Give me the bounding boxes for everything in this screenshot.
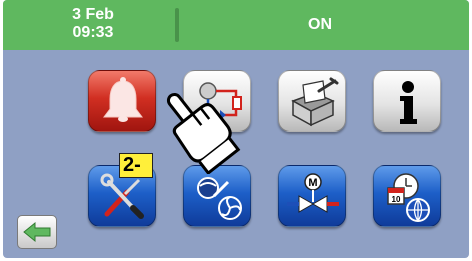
alarm-bell-icon xyxy=(103,77,143,122)
svg-text:10: 10 xyxy=(392,195,401,204)
back-arrow-icon xyxy=(23,221,51,243)
header-divider xyxy=(175,8,179,42)
valve-button[interactable]: M xyxy=(278,165,346,227)
back-button[interactable] xyxy=(17,215,57,249)
svg-text:M: M xyxy=(308,177,317,189)
compressor-fan-maintenance-icon xyxy=(197,177,242,220)
unit-status: ON xyxy=(308,16,332,33)
service-button[interactable] xyxy=(278,70,346,132)
date-label: 3 Feb xyxy=(72,6,114,23)
controller-screen: 3 Feb 09:33 ON M 10 2- xyxy=(3,0,469,258)
info-button[interactable] xyxy=(373,70,441,132)
time-label: 09:33 xyxy=(72,24,114,41)
alarms-button[interactable] xyxy=(88,70,156,132)
step-indicator: 2- xyxy=(119,153,153,178)
maintenance-button[interactable] xyxy=(183,165,251,227)
calendar-clock-globe-icon: 10 xyxy=(387,173,430,222)
clock-settings-button[interactable]: 10 xyxy=(373,165,441,227)
info-icon xyxy=(400,81,417,124)
pointing-hand-icon xyxy=(166,92,241,174)
date-time: 3 Feb 09:33 xyxy=(53,6,133,42)
service-box-tools-icon xyxy=(291,77,339,127)
status-header: 3 Feb 09:33 ON xyxy=(3,0,469,50)
motor-valve-icon: M xyxy=(287,173,339,213)
